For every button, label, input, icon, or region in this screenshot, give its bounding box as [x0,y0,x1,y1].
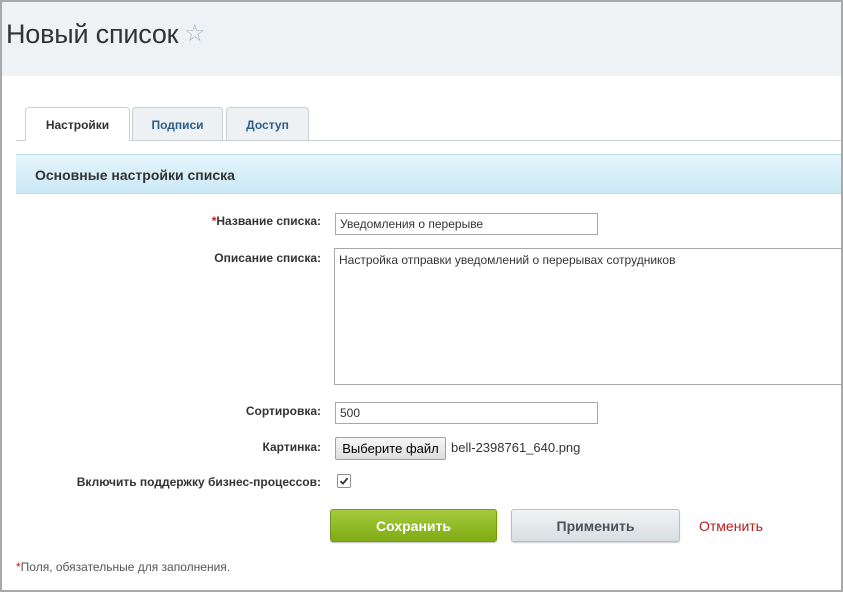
sort-input[interactable]: 500 [335,402,598,424]
description-textarea[interactable]: Настройка отправки уведомлений о перерыв… [334,248,841,385]
tab-label: Настройки [45,117,110,132]
apply-label: Применить [556,517,635,534]
star-icon[interactable]: ☆ [184,22,206,46]
section-header: Основные настройки списка [16,154,841,194]
tab-label: Подписи [151,117,204,132]
choose-file-button[interactable]: Выберите файл [335,437,446,460]
bizproc-label: Включить поддержку бизнес-процессов: [76,475,321,489]
list-name-input[interactable]: Уведомления о перерыве [335,213,598,235]
image-label: Картинка: [262,440,322,454]
checkmark-icon [339,477,349,485]
page-title: Новый список [6,19,179,49]
name-label-text: Название списка: [216,214,321,228]
page-header: Новый список ☆ [2,2,841,76]
tab-captions[interactable]: Подписи [132,107,223,141]
name-label: *Название списка: [212,214,321,228]
tab-access[interactable]: Доступ [226,107,309,141]
description-value: Настройка отправки уведомлений о перерыв… [339,253,676,267]
cancel-link[interactable]: Отменить [699,518,763,534]
tab-settings[interactable]: Настройки [25,107,130,141]
sort-label: Сортировка: [245,404,321,418]
description-label: Описание списка: [214,251,321,265]
sort-value: 500 [340,406,361,420]
required-footnote: *Поля, обязательные для заполнения. [16,560,230,574]
window-frame: Новый список ☆ Настройки Подписи Доступ … [0,0,843,592]
bizproc-checkbox[interactable] [337,474,351,488]
list-name-value: Уведомления о перерыве [340,217,484,231]
choose-file-label: Выберите файл [342,441,439,456]
section-title: Основные настройки списка [35,167,235,183]
footnote-text: Поля, обязательные для заполнения. [20,560,231,574]
tab-label: Доступ [246,117,289,132]
save-button[interactable]: Сохранить [330,509,497,542]
tabs-divider [16,140,841,141]
save-label: Сохранить [376,517,451,534]
apply-button[interactable]: Применить [511,509,680,542]
file-name: bell-2398761_640.png [451,440,581,455]
